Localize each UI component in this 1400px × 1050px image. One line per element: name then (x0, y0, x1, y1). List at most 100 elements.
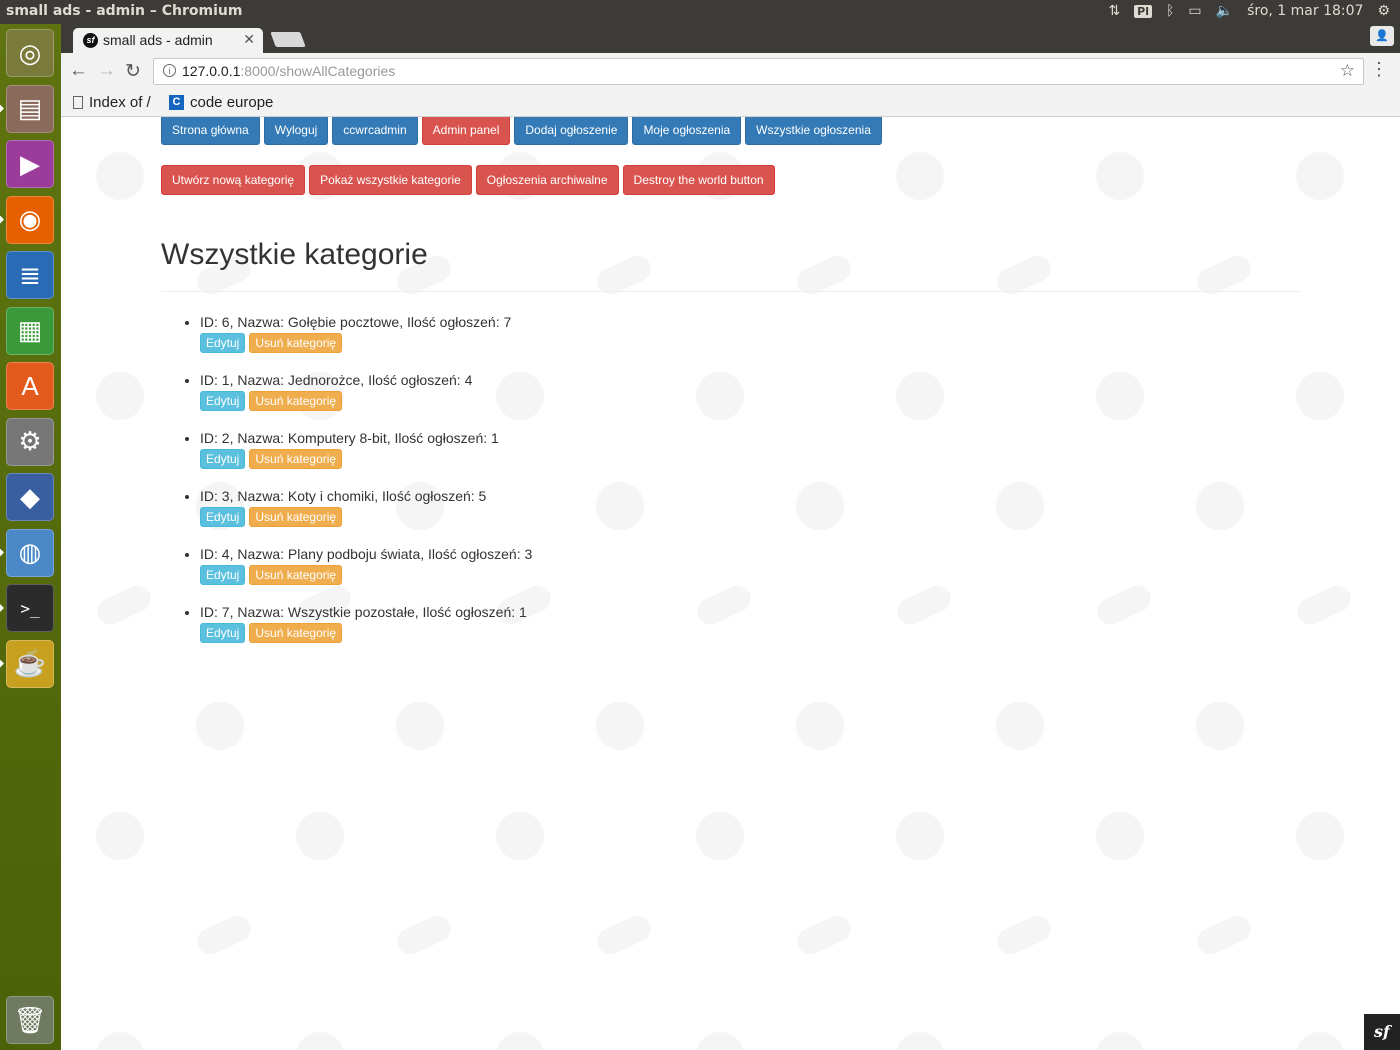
sports-ball-icon (1296, 812, 1344, 860)
category-text: ID: 4, Nazwa: Plany podboju świata, Iloś… (200, 546, 533, 562)
nav-button-dodaj-ogłoszenie[interactable]: Dodaj ogłoszenie (514, 117, 629, 145)
ubuntu-dash-icon[interactable]: ◎ (6, 29, 54, 77)
sports-ball-icon (1096, 1032, 1144, 1050)
sports-ball-icon (1196, 702, 1244, 750)
trash-icon[interactable]: 🗑 (6, 996, 54, 1044)
sports-ball-icon (396, 702, 444, 750)
battery-icon[interactable]: ▭ (1188, 3, 1201, 19)
category-actions: Edytuj Usuń kategorię (200, 333, 532, 353)
category-actions: Edytuj Usuń kategorię (200, 623, 532, 643)
reload-icon[interactable]: ↻ (125, 60, 141, 83)
sports-ball-icon (693, 581, 755, 629)
category-actions: Edytuj Usuń kategorię (200, 391, 532, 411)
sports-ball-icon (1096, 152, 1144, 200)
nav-button-wyloguj[interactable]: Wyloguj (263, 117, 329, 145)
running-indicator (0, 659, 4, 668)
category-item: ID: 4, Nazwa: Plany podboju świata, Iloś… (200, 546, 532, 585)
delete-category-button[interactable]: Usuń kategorię (249, 565, 343, 585)
edit-category-button[interactable]: Edytuj (200, 507, 246, 527)
bluetooth-icon[interactable]: ᛒ (1166, 3, 1174, 19)
software-center-icon[interactable]: A (6, 362, 54, 410)
settings-icon[interactable]: ⚙ (6, 417, 54, 466)
back-icon[interactable]: ← (69, 60, 88, 82)
profile-icon[interactable]: 👤 (1370, 26, 1394, 46)
bookmark-code-europe[interactable]: C code europe (169, 94, 273, 111)
nav-button-strona-główna[interactable]: Strona główna (161, 117, 260, 145)
menu-icon[interactable]: ⋮ (1370, 59, 1388, 80)
category-item: ID: 7, Nazwa: Wszystkie pozostałe, Ilość… (200, 604, 532, 643)
teapot-icon[interactable]: ☕ (6, 639, 54, 688)
calc-icon[interactable]: ▦ (6, 306, 54, 355)
category-item: ID: 2, Nazwa: Komputery 8-bit, Ilość ogł… (200, 430, 532, 469)
clock[interactable]: śro, 1 mar 18:07 (1247, 3, 1363, 19)
unity-launcher: ◎ ▤ ▶ ◉ ≣ ▦ A ⚙ ◆ ◍ >_ ☕ 🗑 (0, 24, 61, 1050)
nav-button-admin-panel[interactable]: Admin panel (421, 117, 511, 145)
c-logo-icon: C (169, 95, 184, 110)
sports-ball-icon (793, 911, 855, 959)
sports-ball-icon (296, 812, 344, 860)
symfony-favicon-icon: sf (83, 33, 98, 48)
nav-button-ogłoszenia-archiwalne[interactable]: Ogłoszenia archiwalne (475, 165, 619, 195)
running-indicator (0, 548, 4, 557)
nav-button-moje-ogłoszenia[interactable]: Moje ogłoszenia (632, 117, 742, 145)
volume-icon[interactable]: 🔈 (1216, 3, 1233, 19)
category-item: ID: 6, Nazwa: Gołębie pocztowe, Ilość og… (200, 314, 532, 353)
files-icon[interactable]: ▤ (6, 84, 54, 133)
nav-button-pokaż-wszystkie-kategorie[interactable]: Pokaż wszystkie kategorie (309, 165, 472, 195)
os-top-panel: small ads - admin – Chromium ⇅ Pl ᛒ ▭ 🔈 … (0, 0, 1400, 24)
nav-button-destroy-the-world-button[interactable]: Destroy the world button (622, 165, 775, 195)
sports-ball-icon (596, 702, 644, 750)
delete-category-button[interactable]: Usuń kategorię (249, 623, 343, 643)
nav-button-utwórz-nową-kategorię[interactable]: Utwórz nową kategorię (161, 165, 306, 195)
delete-category-button[interactable]: Usuń kategorię (249, 449, 343, 469)
symfony-toolbar-icon[interactable]: sf (1364, 1014, 1400, 1050)
address-bar[interactable]: i 127.0.0.1:8000/showAllCategories ☆ (153, 58, 1364, 85)
delete-category-button[interactable]: Usuń kategorię (249, 391, 343, 411)
category-item: ID: 1, Nazwa: Jednorożce, Ilość ogłoszeń… (200, 372, 532, 411)
sports-ball-icon (896, 1032, 944, 1050)
bookmark-label: code europe (190, 94, 274, 111)
forward-icon[interactable]: → (97, 60, 116, 82)
sports-ball-icon (393, 911, 455, 959)
sports-ball-icon (696, 812, 744, 860)
delete-category-button[interactable]: Usuń kategorię (249, 333, 343, 353)
bookmark-index-of[interactable]: Index of / (73, 94, 151, 111)
edit-category-button[interactable]: Edytuj (200, 391, 246, 411)
admin-navigation: Utwórz nową kategorię Pokaż wszystkie kat… (161, 165, 775, 195)
sports-ball-icon (196, 702, 244, 750)
bookmark-star-icon[interactable]: ☆ (1340, 61, 1355, 81)
nav-button-wszystkie-ogłoszenia[interactable]: Wszystkie ogłoszenia (745, 117, 882, 145)
edit-category-button[interactable]: Edytuj (200, 623, 246, 643)
sports-ball-icon (893, 581, 955, 629)
url-path: :8000/showAllCategories (240, 63, 396, 79)
sports-ball-icon (93, 581, 155, 629)
sports-ball-icon (896, 812, 944, 860)
sports-ball-icon (1196, 482, 1244, 530)
close-tab-icon[interactable]: ✕ (243, 31, 255, 48)
writer-icon[interactable]: ≣ (6, 251, 54, 299)
system-tray: ⇅ Pl ᛒ ▭ 🔈 śro, 1 mar 18:07 ⚙ (1108, 3, 1390, 19)
delete-category-button[interactable]: Usuń kategorię (249, 507, 343, 527)
terminal-icon[interactable]: >_ (6, 584, 54, 632)
sports-ball-icon (1193, 911, 1255, 959)
video-icon[interactable]: ▶ (6, 140, 54, 188)
chromium-icon[interactable]: ◍ (6, 528, 54, 577)
new-tab-button[interactable] (270, 32, 306, 47)
edit-category-button[interactable]: Edytuj (200, 449, 246, 469)
browser-tab[interactable]: sf small ads - admin ✕ (73, 28, 263, 53)
edit-category-button[interactable]: Edytuj (200, 333, 246, 353)
virtualbox-icon[interactable]: ◆ (6, 473, 54, 521)
category-actions: Edytuj Usuń kategorię (200, 449, 532, 469)
category-actions: Edytuj Usuń kategorię (200, 565, 532, 585)
keyboard-layout-indicator[interactable]: Pl (1134, 4, 1153, 18)
firefox-icon[interactable]: ◉ (6, 195, 54, 244)
sports-ball-icon (1096, 372, 1144, 420)
system-gear-icon[interactable]: ⚙ (1377, 3, 1390, 19)
nav-button-ccwrcadmin[interactable]: ccwrcadmin (332, 117, 418, 145)
network-icon[interactable]: ⇅ (1108, 3, 1120, 19)
main-navigation: Strona główna Wyloguj ccwrcadmin Admin pane… (161, 117, 882, 145)
site-info-icon[interactable]: i (163, 64, 176, 77)
edit-category-button[interactable]: Edytuj (200, 565, 246, 585)
sports-ball-icon (96, 372, 144, 420)
sports-ball-icon (1093, 581, 1155, 629)
